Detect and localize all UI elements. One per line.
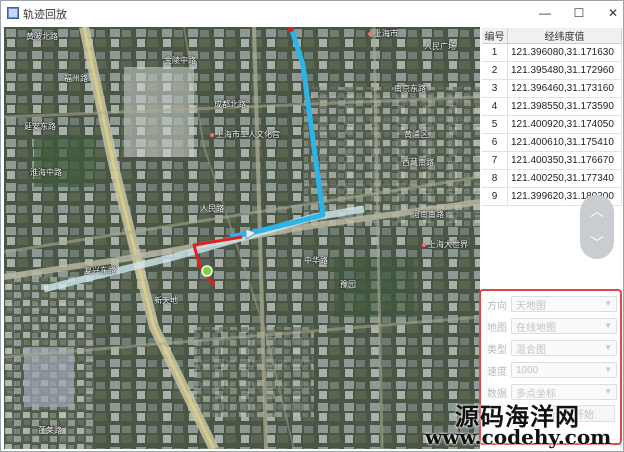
map-label: 上海大世界 (422, 241, 468, 249)
row-id: 8 (482, 170, 508, 187)
map-label: 上海市工人文化宫 (210, 131, 280, 139)
scroll-down-icon[interactable]: ﹀ (580, 227, 614, 259)
map-label: 新天地 (154, 296, 178, 305)
map-label: 南京东路 (394, 84, 426, 93)
chevron-down-icon: ▼ (604, 321, 612, 330)
map-label: 复兴东路 (84, 266, 116, 275)
scroll-up-icon[interactable]: ︿ (580, 195, 614, 227)
setting-row: 方向 天地图 ▼ (487, 295, 617, 313)
map-label: 河南南路 (412, 210, 444, 219)
setting-row: 速度 1000 ▼ (487, 361, 617, 379)
map-label: 豫园 (340, 280, 356, 289)
app-icon (7, 7, 19, 19)
row-id: 4 (482, 98, 508, 115)
map-label: 金陵中路 (164, 56, 196, 65)
watermark: 源码海洋网 www.codehy.com (411, 397, 624, 452)
map-label: 上海市 (368, 30, 398, 38)
setting-select[interactable]: 在线地图 ▼ (511, 318, 617, 334)
watermark-url: www.codehy.com (425, 425, 612, 449)
chevron-down-icon: ▼ (604, 365, 612, 374)
table-row[interactable]: 5 121.400920,31.174050 (482, 116, 622, 134)
table-row[interactable]: 1 121.396080,31.171630 (482, 44, 622, 62)
main-window: 轨迹回放 — ☐ ✕ 黄陂北路 上海市 人民广场 金陵中路 福州路 南京东路 成… (0, 0, 624, 452)
table-row[interactable]: 3 121.396460,31.173160 (482, 80, 622, 98)
setting-value: 在线地图 (516, 322, 556, 334)
setting-select[interactable]: 天地图 ▼ (511, 296, 617, 312)
header-id[interactable]: 编号 (482, 28, 508, 43)
setting-value: 混合图 (516, 344, 546, 356)
setting-select[interactable]: 1000 ▼ (511, 362, 617, 378)
row-coordinate: 121.400350,31.176670 (508, 152, 622, 169)
map-label: 黄浦区 (404, 130, 428, 139)
row-coordinate: 121.395480,31.172960 (508, 62, 622, 79)
map-label: 西藏南路 (402, 158, 434, 167)
minimize-button[interactable]: — (529, 1, 561, 25)
map-label: 淮海中路 (30, 168, 62, 177)
table-header: 编号 经纬度值 (482, 28, 622, 44)
setting-row: 地图 在线地图 ▼ (487, 317, 617, 335)
maximize-button[interactable]: ☐ (563, 1, 595, 25)
setting-label: 类型 (487, 344, 507, 356)
map-view[interactable]: 黄陂北路 上海市 人民广场 金陵中路 福州路 南京东路 成都北路 延安东路 上海… (4, 27, 480, 449)
window-title: 轨迹回放 (23, 9, 67, 21)
map-label: 蓬莱路 (38, 426, 62, 435)
setting-value: 1000 (516, 364, 539, 376)
setting-label: 速度 (487, 366, 507, 378)
table-row[interactable]: 4 121.398550,31.173590 (482, 98, 622, 116)
coordinate-table: 编号 经纬度值 1 121.396080,31.171630 2 121.39548… (482, 28, 622, 206)
scroll-control: ︿ ﹀ (580, 195, 614, 259)
row-id: 6 (482, 134, 508, 151)
title-bar: 轨迹回放 — ☐ ✕ (1, 1, 623, 25)
map-label: 成都北路 (214, 100, 246, 109)
setting-label: 地图 (487, 322, 507, 334)
row-coordinate: 121.400920,31.174050 (508, 116, 622, 133)
chevron-down-icon: ▼ (604, 299, 612, 308)
header-coordinates[interactable]: 经纬度值 (508, 28, 622, 43)
setting-label: 方向 (487, 300, 507, 312)
table-row[interactable]: 7 121.400350,31.176670 (482, 152, 622, 170)
row-coordinate: 121.396460,31.173160 (508, 80, 622, 97)
row-id: 1 (482, 44, 508, 61)
row-id: 9 (482, 188, 508, 205)
map-label: 福州路 (64, 74, 88, 83)
row-id: 5 (482, 116, 508, 133)
row-id: 3 (482, 80, 508, 97)
table-row[interactable]: 2 121.395480,31.172960 (482, 62, 622, 80)
row-coordinate: 121.400610,31.175410 (508, 134, 622, 151)
row-id: 7 (482, 152, 508, 169)
setting-value: 天地图 (516, 300, 546, 312)
close-button[interactable]: ✕ (597, 1, 624, 25)
row-coordinate: 121.400250,31.177340 (508, 170, 622, 187)
map-label: 人民广场 (424, 42, 456, 51)
map-label: 人民路 (200, 204, 224, 213)
row-id: 2 (482, 62, 508, 79)
setting-select[interactable]: 混合图 ▼ (511, 340, 617, 356)
map-label: 延安东路 (24, 122, 56, 131)
map-label: 黄陂北路 (26, 32, 58, 41)
chevron-down-icon: ▼ (604, 387, 612, 396)
table-row[interactable]: 6 121.400610,31.175410 (482, 134, 622, 152)
chevron-down-icon: ▼ (604, 343, 612, 352)
setting-row: 类型 混合图 ▼ (487, 339, 617, 357)
row-coordinate: 121.398550,31.173590 (508, 98, 622, 115)
row-coordinate: 121.396080,31.171630 (508, 44, 622, 61)
table-row[interactable]: 8 121.400250,31.177340 (482, 170, 622, 188)
map-label: 中华路 (304, 256, 328, 265)
current-position-marker (201, 265, 213, 277)
